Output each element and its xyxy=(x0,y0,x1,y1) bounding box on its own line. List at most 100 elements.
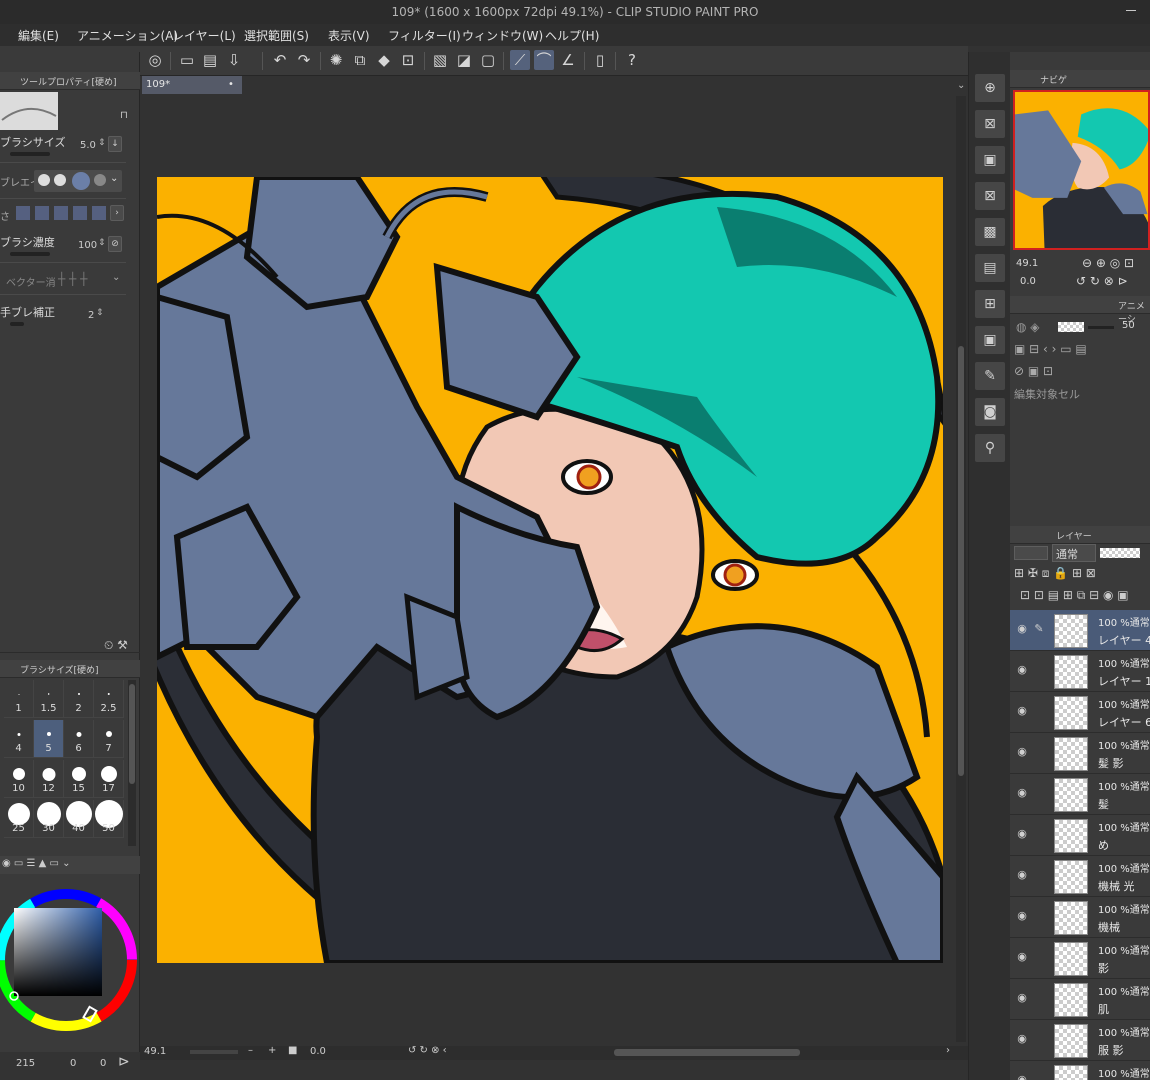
save-icon[interactable]: ⇩ xyxy=(224,50,244,70)
eye-icon[interactable]: ◉ xyxy=(1015,622,1029,636)
brush-density-slider[interactable] xyxy=(10,252,50,256)
grid-snap-icon[interactable]: ∠ xyxy=(558,50,578,70)
nav-zoom-icons[interactable]: ⊖ ⊕ ◎ ⊡ xyxy=(1082,256,1134,270)
pen-icon[interactable]: ✎ xyxy=(1032,622,1046,636)
transform-icon[interactable]: ⧉ xyxy=(350,50,370,70)
help-icon[interactable]: ? xyxy=(622,50,642,70)
ruler-snap-icon[interactable]: ⟋ xyxy=(510,50,530,70)
layer-row[interactable]: ◉ 100 %通常 機械 光 xyxy=(1010,856,1150,897)
figure-icon[interactable]: ⚲ xyxy=(975,434,1005,462)
brush-size-5[interactable]: 5 xyxy=(34,720,64,758)
eye-icon[interactable]: ◉ xyxy=(1015,1032,1029,1046)
empty-slot[interactable] xyxy=(1032,950,1046,964)
tablet-icon[interactable]: ▯ xyxy=(590,50,610,70)
item-bank-icon[interactable]: ▤ xyxy=(975,254,1005,282)
onion-icon[interactable]: ◍ ◈ xyxy=(1016,320,1040,334)
layer-row[interactable]: ◉ ✎ 100 %通常 レイヤー 4 xyxy=(1010,610,1150,651)
empty-slot[interactable] xyxy=(1032,991,1046,1005)
history-icon[interactable]: ▣ xyxy=(975,146,1005,174)
brush-size-1[interactable]: 1 xyxy=(4,680,34,718)
stabilization-value[interactable]: 2 xyxy=(88,310,94,321)
empty-slot[interactable] xyxy=(1032,663,1046,677)
menu-filter[interactable]: フィルター(I) xyxy=(388,27,461,44)
layer-row[interactable]: ◉ 100 %通常 機械 xyxy=(1010,897,1150,938)
layer-row[interactable]: ◉ 100 %通常髪 影 xyxy=(1010,733,1150,774)
menu-layer[interactable]: レイヤー(L) xyxy=(172,27,236,44)
undo-icon[interactable]: ↶ xyxy=(270,50,290,70)
menu-edit[interactable]: 編集(E) xyxy=(18,27,59,44)
menu-window[interactable]: ウィンドウ(W) xyxy=(462,27,543,44)
property-icon[interactable]: ▣ xyxy=(975,326,1005,354)
eye-icon[interactable]: ◉ xyxy=(1015,745,1029,759)
artwork-canvas[interactable] xyxy=(157,177,943,963)
canvas-vertical-scrollbar[interactable] xyxy=(956,96,966,1042)
menu-selection[interactable]: 選択範囲(S) xyxy=(244,27,309,44)
settings-icon[interactable]: ⏲ ⚒ xyxy=(104,638,128,653)
menu-animation[interactable]: アニメーション(A) xyxy=(77,27,178,44)
layer-row[interactable]: ◉ 100 %通常影 xyxy=(1010,938,1150,979)
brush-size-4[interactable]: 4 xyxy=(4,720,34,758)
spin-arrows-icon[interactable]: ⇕ xyxy=(96,308,104,318)
layer-color-select[interactable] xyxy=(1014,546,1048,560)
navigator-preview[interactable] xyxy=(1013,90,1150,250)
selection-border-icon[interactable]: ▢ xyxy=(478,50,498,70)
zoom-value[interactable]: 49.1 xyxy=(144,1046,166,1057)
nav-rotate-icons[interactable]: ↺ ↻ ⊗ ⊳ xyxy=(1076,274,1128,288)
brush-size-6[interactable]: 6 xyxy=(64,720,94,758)
navigator-icon[interactable]: ⊕ xyxy=(975,74,1005,102)
eye-icon[interactable]: ◉ xyxy=(1015,950,1029,964)
layer-property-tools[interactable]: ⊞ ✠ ⧈ 🔒 ⊞ ⊠ xyxy=(1014,566,1096,581)
brush-size-scrollbar[interactable] xyxy=(128,680,136,846)
eye-icon[interactable]: ◉ xyxy=(1015,868,1029,882)
brush-density-value[interactable]: 100 xyxy=(78,240,97,251)
layer-row[interactable]: ◉ 100 %通常服 影 xyxy=(1010,1020,1150,1061)
density-pressure-icon[interactable]: ⊘ xyxy=(108,236,122,252)
spin-arrows-icon[interactable]: ⇕ xyxy=(98,138,106,148)
layer-opacity-slider[interactable] xyxy=(1100,548,1140,558)
stabilization-slider[interactable] xyxy=(10,322,24,326)
zoom-out-icon[interactable]: – xyxy=(248,1045,253,1056)
eye-icon[interactable]: ◉ xyxy=(1015,704,1029,718)
brush-size-2.5[interactable]: 2.5 xyxy=(94,680,124,718)
eye-icon[interactable]: ◉ xyxy=(1015,991,1029,1005)
open-folder-icon[interactable]: ▤ xyxy=(200,50,220,70)
minimize-button[interactable] xyxy=(1126,10,1136,11)
empty-slot[interactable] xyxy=(1032,1032,1046,1046)
fit-icon[interactable]: ■ xyxy=(288,1045,297,1056)
layer-row[interactable]: ◉ 100 %通常 レイヤー 6 xyxy=(1010,692,1150,733)
empty-slot[interactable] xyxy=(1032,704,1046,718)
eye-icon[interactable]: ◉ xyxy=(1015,1073,1029,1080)
cel-tools[interactable]: ⊘ ▣ ⊡ xyxy=(1014,364,1053,378)
chevron-right-icon[interactable]: › xyxy=(946,1045,950,1056)
layer-tools[interactable]: ⊡ ⊡ ▤ ⊞ ⧉ ⊟ ◉ ▣ xyxy=(1020,588,1129,603)
clear-selection-icon[interactable]: ▧ xyxy=(430,50,450,70)
layer-row[interactable]: ◉ 100 %通常髪 xyxy=(1010,774,1150,815)
brush-size-slider[interactable] xyxy=(10,152,50,156)
eye-icon[interactable]: ◉ xyxy=(1015,827,1029,841)
eye-icon[interactable]: ◉ xyxy=(1015,663,1029,677)
layer-row[interactable]: ◉ 100 %通常肌 xyxy=(1010,979,1150,1020)
empty-slot[interactable] xyxy=(1032,745,1046,759)
brush-size-12[interactable]: 12 xyxy=(34,760,64,798)
search-layer-icon[interactable]: ⊠ xyxy=(975,182,1005,210)
new-file-icon[interactable]: ▭ xyxy=(177,50,197,70)
empty-slot[interactable] xyxy=(1032,786,1046,800)
brush-tip-select[interactable]: ⌄ xyxy=(34,170,122,192)
chevron-down-icon[interactable]: ⌄ xyxy=(112,272,120,283)
brush-size-17[interactable]: 17 xyxy=(94,760,124,798)
brush-size-25[interactable]: 25 xyxy=(4,800,34,838)
auto-action-icon[interactable]: ⊞ xyxy=(975,290,1005,318)
edit-icon[interactable]: ✎ xyxy=(975,362,1005,390)
color-wheel[interactable] xyxy=(0,886,140,1034)
brush-size-7[interactable]: 7 xyxy=(94,720,124,758)
play-icon[interactable]: ⊳ xyxy=(118,1054,130,1070)
brush-size-50[interactable]: 50 xyxy=(94,800,124,838)
chevron-down-icon[interactable]: ⌄ xyxy=(957,80,965,91)
menu-view[interactable]: 表示(V) xyxy=(328,27,370,44)
brush-size-15[interactable]: 15 xyxy=(64,760,94,798)
eye-icon[interactable]: ◉ xyxy=(1015,786,1029,800)
zoom-in-icon[interactable]: + xyxy=(268,1045,276,1056)
brush-size-30[interactable]: 30 xyxy=(34,800,64,838)
layer-row[interactable]: ◉ 100 %通常 レイヤー 1 xyxy=(1010,651,1150,692)
layer-row[interactable]: ◉ 100 %通常 xyxy=(1010,1061,1150,1080)
